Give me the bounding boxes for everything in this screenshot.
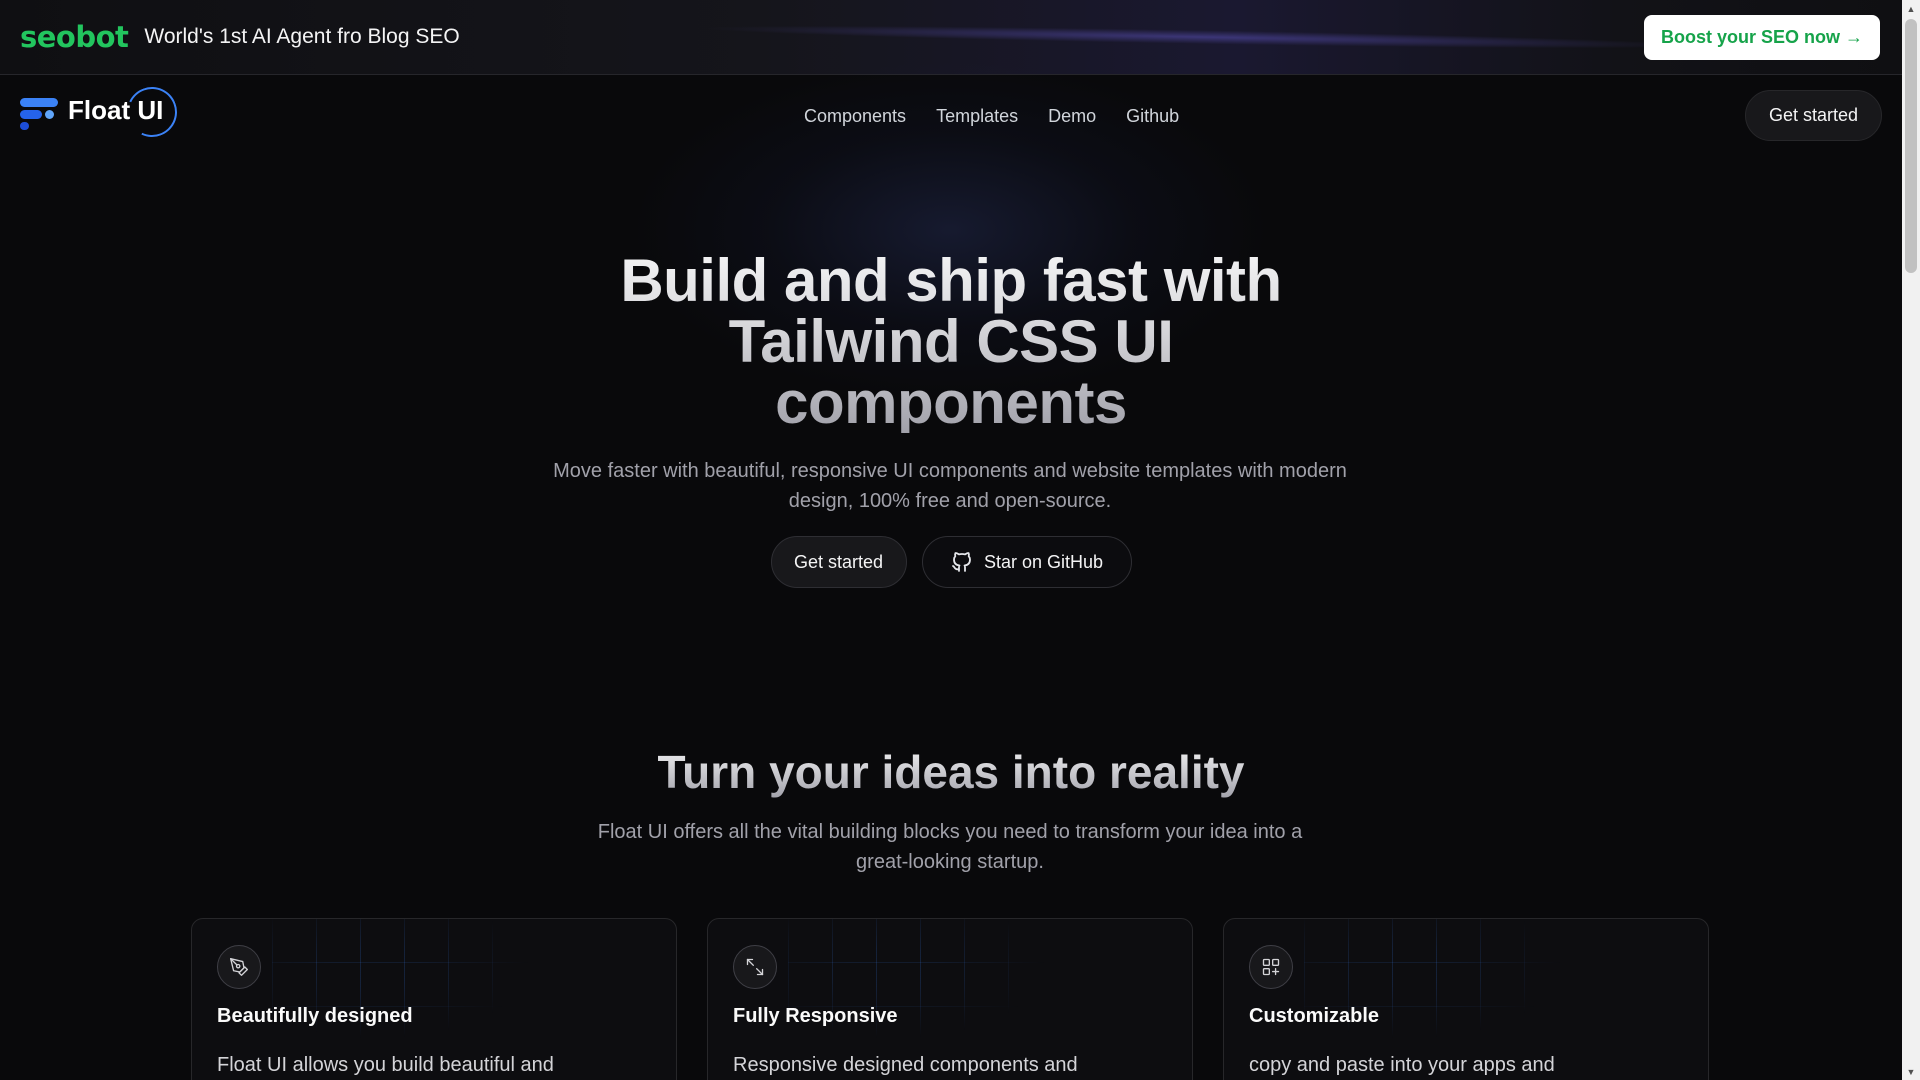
- pen-tool-icon: [217, 945, 261, 989]
- feature-card-text: Float UI allows you build beautiful and: [217, 1054, 554, 1076]
- main-nav: Float UI Components Templates Demo Githu…: [0, 76, 1902, 160]
- hero-get-started-button[interactable]: Get started: [770, 536, 907, 588]
- feature-card-title: Customizable: [1249, 1005, 1380, 1027]
- hero-title-line: Tailwind CSS UI: [728, 308, 1174, 375]
- feature-card-title: Beautifully designed: [217, 1005, 413, 1027]
- scrollbar-thumb[interactable]: [1905, 19, 1917, 273]
- hero-title-line: Build and ship fast with: [620, 247, 1282, 314]
- github-icon: [952, 552, 971, 572]
- feature-card: Customizable copy and paste into your ap…: [1223, 918, 1709, 1080]
- scroll-down-arrow-icon[interactable]: ▼: [1902, 1063, 1920, 1080]
- nav-link-components[interactable]: Components: [804, 106, 906, 127]
- nav-link-templates[interactable]: Templates: [936, 106, 1018, 127]
- grid-plus-icon: [1249, 945, 1293, 989]
- hero-title: Build and ship fast with Tailwind CSS UI…: [0, 250, 1902, 433]
- hero-actions: Get started Star on GitHub: [0, 536, 1902, 588]
- brand-logo[interactable]: Float UI: [20, 79, 185, 144]
- boost-seo-button[interactable]: Boost your SEO now →: [1644, 15, 1880, 60]
- features-title: Turn your ideas into reality: [0, 745, 1902, 799]
- page-scrollbar[interactable]: ▲ ▼: [1902, 0, 1920, 1080]
- nav-link-github[interactable]: Github: [1126, 106, 1179, 127]
- feature-card-text: Responsive designed components and: [733, 1054, 1078, 1076]
- feature-card: Fully Responsive Responsive designed com…: [707, 918, 1193, 1080]
- banner-text: World's 1st AI Agent fro Blog SEO: [144, 25, 460, 48]
- nav-links: Components Templates Demo Github: [804, 106, 1179, 127]
- nav-link-demo[interactable]: Demo: [1048, 106, 1096, 127]
- promo-banner: seobot World's 1st AI Agent fro Blog SEO…: [0, 0, 1902, 75]
- features-subtitle: Float UI offers all the vital building b…: [597, 821, 1303, 873]
- feature-card-text: copy and paste into your apps and: [1249, 1054, 1555, 1076]
- seobot-logo[interactable]: seobot: [20, 20, 129, 54]
- scroll-up-arrow-icon[interactable]: ▲: [1902, 0, 1920, 17]
- feature-card-title: Fully Responsive: [733, 1005, 898, 1027]
- star-on-github-label: Star on GitHub: [983, 551, 1104, 572]
- feature-cards: Beautifully designed Float UI allows you…: [191, 918, 1709, 1080]
- expand-arrows-icon: [733, 945, 777, 989]
- hero-subtitle: Move faster with beautiful, responsive U…: [553, 460, 1347, 512]
- nav-get-started-button[interactable]: Get started: [1745, 90, 1882, 141]
- feature-card: Beautifully designed Float UI allows you…: [191, 918, 677, 1080]
- hero-title-line: components: [775, 369, 1127, 436]
- float-ui-logo-icon: [20, 90, 60, 130]
- brand-name: Float UI: [68, 79, 185, 144]
- star-on-github-button[interactable]: Star on GitHub: [921, 536, 1132, 588]
